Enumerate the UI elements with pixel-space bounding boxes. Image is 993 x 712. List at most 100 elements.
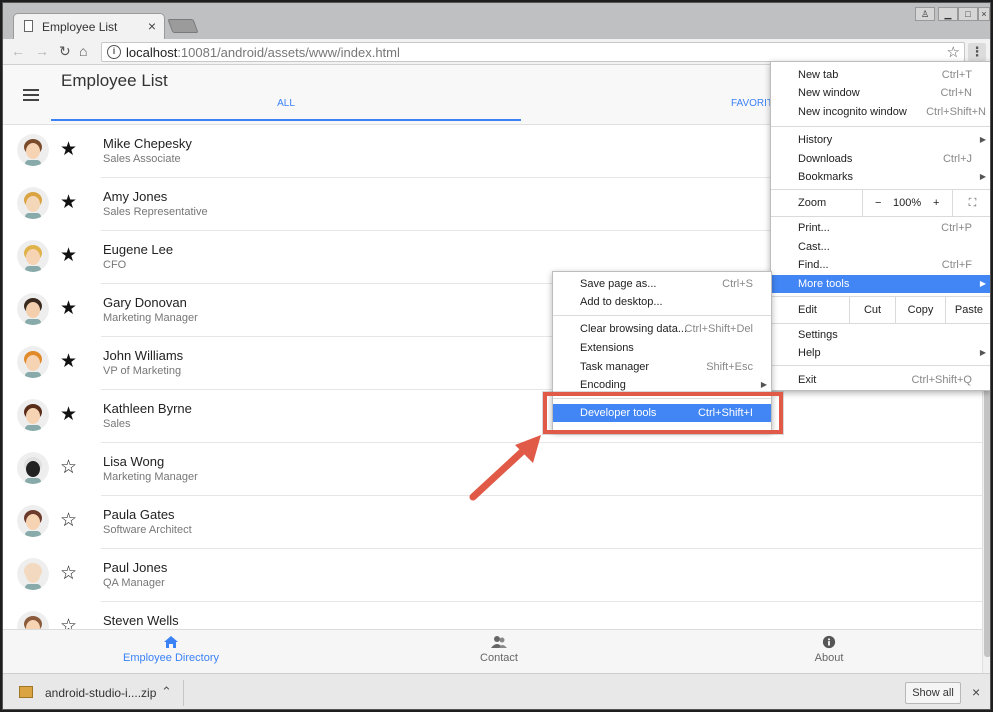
menu-history[interactable]: History ▶ xyxy=(771,131,990,149)
submenu-arrow-icon: ▶ xyxy=(979,348,986,357)
menu-find[interactable]: Find... Ctrl+F xyxy=(771,256,990,274)
new-tab-button[interactable] xyxy=(167,19,199,33)
tab-title: Employee List xyxy=(42,20,118,34)
avatar xyxy=(17,558,49,590)
menu-bookmarks[interactable]: Bookmarks ▶ xyxy=(771,168,990,186)
employee-name: Paula Gates xyxy=(103,507,175,522)
star-outline-icon[interactable]: ☆ xyxy=(60,456,77,479)
chevron-up-icon[interactable]: ⌃ xyxy=(161,684,172,700)
avatar xyxy=(17,452,49,484)
download-shelf: android-studio-i....zip ⌃ Show all × xyxy=(3,673,990,709)
employee-title: Sales Associate xyxy=(103,153,181,165)
star-filled-icon[interactable]: ★ xyxy=(60,297,77,320)
page-icon xyxy=(24,20,33,32)
menu-settings[interactable]: Settings xyxy=(771,326,990,344)
maximize-button[interactable]: □ xyxy=(958,7,978,21)
zip-file-icon xyxy=(19,686,33,698)
submenu-task-manager[interactable]: Task manager Shift+Esc xyxy=(553,358,771,376)
zoom-controls: − 100% + xyxy=(862,190,952,216)
menu-more-tools[interactable]: More tools ▶ xyxy=(771,275,990,293)
contacts-icon xyxy=(491,636,507,648)
star-filled-icon[interactable]: ★ xyxy=(60,350,77,373)
divider xyxy=(183,680,184,706)
download-item[interactable]: android-studio-i....zip xyxy=(45,686,156,700)
submenu-arrow-icon: ▶ xyxy=(979,279,986,288)
nav-contact[interactable]: Contact xyxy=(399,630,599,674)
employee-name: Steven Wells xyxy=(103,613,179,628)
star-filled-icon[interactable]: ★ xyxy=(60,403,77,426)
zoom-out-button[interactable]: − xyxy=(875,190,881,216)
window-close-button[interactable]: × xyxy=(978,7,990,21)
employee-title: QA Manager xyxy=(103,577,165,589)
info-icon[interactable]: i xyxy=(107,45,121,59)
menu-downloads[interactable]: Downloads Ctrl+J xyxy=(771,150,990,168)
user-icon[interactable]: ♙ xyxy=(915,7,935,21)
employee-title: VP of Marketing xyxy=(103,365,182,377)
submenu-arrow-icon: ▶ xyxy=(979,172,986,181)
nav-employee-directory[interactable]: Employee Directory xyxy=(71,630,271,674)
zoom-in-button[interactable]: + xyxy=(933,190,939,216)
tab-favorites[interactable]: FAVORIT xyxy=(731,93,773,115)
minimize-button[interactable]: ▁ xyxy=(938,7,958,21)
employee-title: Software Architect xyxy=(103,524,192,536)
copy-button[interactable]: Copy xyxy=(895,297,945,323)
back-arrow-icon[interactable]: ← xyxy=(11,43,25,59)
star-filled-icon[interactable]: ★ xyxy=(60,244,77,267)
close-tab-icon[interactable]: × xyxy=(148,18,156,34)
employee-name: Mike Chepesky xyxy=(103,136,192,151)
menu-print[interactable]: Print... Ctrl+P xyxy=(771,219,990,237)
menu-exit[interactable]: Exit Ctrl+Shift+Q xyxy=(771,371,990,389)
hamburger-menu-icon[interactable] xyxy=(23,89,39,101)
list-item[interactable]: ☆ Paul Jones QA Manager xyxy=(3,549,982,602)
show-all-button[interactable]: Show all xyxy=(905,682,961,704)
menu-help[interactable]: Help ▶ xyxy=(771,344,990,362)
cut-button[interactable]: Cut xyxy=(849,297,895,323)
employee-name: Gary Donovan xyxy=(103,295,187,310)
tab-strip: Employee List × ♙ ▁ □ × xyxy=(3,3,990,39)
menu-zoom-row: Zoom − 100% + ⛶ xyxy=(771,190,990,216)
avatar xyxy=(17,134,49,166)
star-outline-icon[interactable]: ☆ xyxy=(60,509,77,532)
avatar xyxy=(17,399,49,431)
paste-button[interactable]: Paste xyxy=(945,297,990,323)
star-filled-icon[interactable]: ★ xyxy=(60,191,77,214)
submenu-add-desktop[interactable]: Add to desktop... xyxy=(553,293,771,311)
fullscreen-icon[interactable]: ⛶ xyxy=(952,190,990,216)
callout-arrow-icon xyxy=(469,435,541,501)
employee-name: John Williams xyxy=(103,348,184,363)
employee-title: Sales xyxy=(103,418,131,430)
submenu-clear-data[interactable]: Clear browsing data... Ctrl+Shift+Del xyxy=(553,320,771,338)
employee-name: Kathleen Byrne xyxy=(103,401,192,416)
reload-icon[interactable]: ↻ xyxy=(59,43,71,60)
menu-new-tab[interactable]: New tab Ctrl+T xyxy=(771,66,990,84)
submenu-extensions[interactable]: Extensions xyxy=(553,339,771,357)
url-text[interactable]: localhost:10081/android/assets/www/index… xyxy=(126,45,400,60)
employee-title: Marketing Manager xyxy=(103,312,198,324)
home-icon[interactable]: ⌂ xyxy=(79,43,87,59)
menu-cast[interactable]: Cast... xyxy=(771,238,990,256)
nav-label-contact: Contact xyxy=(480,652,518,664)
browser-tab[interactable]: Employee List × xyxy=(13,13,165,39)
nav-about[interactable]: About xyxy=(729,630,929,674)
employee-title: Sales Representative xyxy=(103,206,208,218)
bookmark-star-icon[interactable]: ☆ xyxy=(947,43,960,61)
menu-new-window[interactable]: New window Ctrl+N xyxy=(771,84,990,102)
submenu-save-page[interactable]: Save page as... Ctrl+S xyxy=(553,275,771,293)
info-circle-icon xyxy=(822,635,836,649)
menu-new-incognito[interactable]: New incognito window Ctrl+Shift+N xyxy=(771,103,990,121)
avatar xyxy=(17,240,49,272)
submenu-arrow-icon: ▶ xyxy=(979,135,986,144)
close-shelf-icon[interactable]: × xyxy=(972,684,980,700)
page-title: Employee List xyxy=(61,71,168,90)
employee-name: Lisa Wong xyxy=(103,454,165,469)
forward-arrow-icon[interactable]: → xyxy=(35,43,49,59)
browser-window: Employee List × ♙ ▁ □ × ← → ↻ ⌂ i localh… xyxy=(2,2,991,710)
chrome-menu: New tab Ctrl+T New window Ctrl+N New incog… xyxy=(770,61,990,391)
star-outline-icon[interactable]: ☆ xyxy=(60,562,77,585)
employee-title: Marketing Manager xyxy=(103,471,198,483)
address-bar[interactable]: i localhost:10081/android/assets/www/ind… xyxy=(101,42,965,62)
employee-name: Amy Jones xyxy=(103,189,168,204)
chrome-menu-button[interactable]: ⋮ xyxy=(968,43,986,61)
avatar xyxy=(17,505,49,537)
star-filled-icon[interactable]: ★ xyxy=(60,138,77,161)
